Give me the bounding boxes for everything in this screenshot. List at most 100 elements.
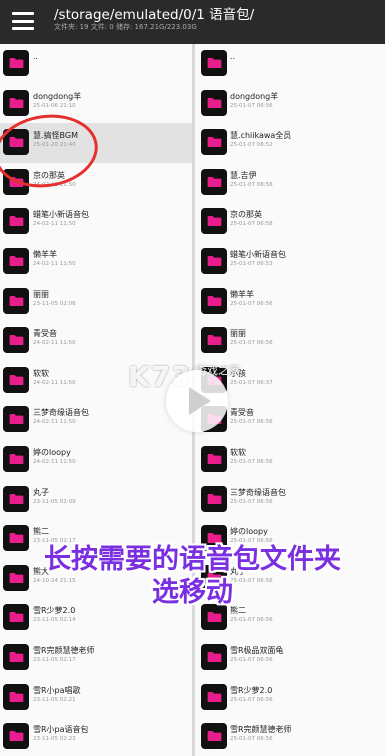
folder-name: 熊二 xyxy=(33,527,49,537)
folder-row[interactable]: 软软 25-01-07 06:56 xyxy=(195,440,385,480)
folder-name: 婷のloopy xyxy=(33,447,71,457)
folder-date: 25-01-07 06:56 xyxy=(230,736,273,743)
folder-date: 24-02-11 11:50 xyxy=(33,340,76,347)
folder-row[interactable]: 京の那英 24-02-11 11:50 xyxy=(0,163,192,203)
folder-row[interactable]: 婷のloopy 24-02-11 11:50 xyxy=(0,440,192,480)
folder-row[interactable]: 慧.吉伊 25-01-07 08:56 xyxy=(195,163,385,203)
folder-date: 25-01-07 06:56 xyxy=(230,656,273,663)
folder-row[interactable]: 蜡笔小新语音包 25-01-07 06:53 xyxy=(195,242,385,282)
folder-text: 蜡笔小新语音包 25-01-07 06:53 xyxy=(230,249,286,269)
folder-icon xyxy=(3,485,29,512)
folder-row[interactable]: 慧.chiikawa全员 25-01-07 08:52 xyxy=(195,123,385,163)
folder-text: 慧.搞怪BGM 25-01-20 21:40 xyxy=(33,130,78,150)
folder-text: dongdong羊 25-01-06 21:10 xyxy=(33,91,81,111)
folder-name: 懒羊羊 xyxy=(230,289,254,299)
folder-icon xyxy=(3,723,29,750)
folder-date: 25-01-07 06:56 xyxy=(230,696,273,703)
folder-icon xyxy=(201,50,227,76)
folder-icon xyxy=(201,168,227,195)
folder-row[interactable]: 慧.搞怪BGM 25-01-20 21:40 xyxy=(0,123,192,163)
folder-name: dongdong羊 xyxy=(33,91,82,101)
folder-date: 23-11-05 02:06 xyxy=(33,300,76,307)
video-play-button[interactable] xyxy=(166,370,228,432)
folder-date: 24-02-11 11:50 xyxy=(33,221,76,228)
folder-name: 雪R小pa唱歌 xyxy=(33,685,81,695)
folder-date: 25-01-07 06:58 xyxy=(230,221,273,228)
folder-name: 软软 xyxy=(33,368,49,378)
hamburger-menu-icon[interactable] xyxy=(10,8,36,34)
folder-name: 三梦奇缘语音包 xyxy=(230,487,286,497)
folder-row[interactable]: 丽丽 23-11-05 02:06 xyxy=(0,282,192,322)
caption-line-2: 选移动 xyxy=(152,577,233,608)
folder-text: 丽丽 23-11-05 02:06 xyxy=(33,289,76,309)
folder-icon xyxy=(3,327,29,354)
folder-text: 三梦奇缘语音包 24-02-11 11:50 xyxy=(33,407,89,427)
folder-row[interactable]: 雪R小pa唱歌 23-11-05 02:21 xyxy=(0,678,192,718)
folder-name: 青受音 xyxy=(230,408,254,418)
folder-name: 婷のloopy xyxy=(230,527,268,537)
folder-name: 丸子 xyxy=(33,487,49,497)
folder-row[interactable]: 雪R少萝2.0 25-01-07 06:56 xyxy=(195,678,385,718)
folder-text: 懒羊羊 25-01-07 06:56 xyxy=(230,289,273,309)
folder-text: 慧.chiikawa全员 25-01-07 08:52 xyxy=(230,130,291,150)
folder-date: 25-01-07 06:56 xyxy=(230,419,273,426)
folder-icon xyxy=(3,89,29,116)
top-app-bar: /storage/emulated/0/1 语音包/ 文件夹: 19 文件: 0… xyxy=(0,0,385,44)
folder-text: 丸子 23-11-05 02:09 xyxy=(33,487,76,507)
folder-row[interactable]: .. xyxy=(195,44,385,84)
folder-text: 雪R极品双面龟 25-01-07 06:56 xyxy=(230,645,284,665)
folder-date: 23-11-05 02:23 xyxy=(33,736,76,743)
folder-row[interactable]: 雪R极品双面龟 25-01-07 06:56 xyxy=(195,638,385,678)
folder-name: 丽丽 xyxy=(230,329,246,339)
folder-name: 丽丽 xyxy=(33,289,49,299)
folder-text: 青受音 24-02-11 11:50 xyxy=(33,328,76,348)
folder-icon xyxy=(3,208,29,235)
folder-icon xyxy=(201,485,227,512)
folder-row[interactable]: 懒羊羊 25-01-07 06:56 xyxy=(195,282,385,322)
folder-row[interactable]: 雪R完颜慧德老师 25-01-07 06:56 xyxy=(195,717,385,756)
folder-row[interactable]: 京の那英 25-01-07 06:58 xyxy=(195,202,385,242)
folder-date: 25-01-07 08:52 xyxy=(230,142,273,149)
folder-row[interactable]: 三梦奇缘语音包 24-02-11 11:50 xyxy=(0,400,192,440)
folder-date: 25-01-07 06:37 xyxy=(230,379,273,386)
folder-icon xyxy=(3,643,29,670)
folder-row[interactable]: dongdong羊 25-01-07 06:56 xyxy=(195,84,385,124)
folder-name: 软软 xyxy=(230,447,246,457)
folder-text: 懒羊羊 24-02-11 11:50 xyxy=(33,249,76,269)
folder-row[interactable]: 青受音 24-02-11 11:50 xyxy=(0,321,192,361)
folder-name: 雪R小pa语音包 xyxy=(33,725,89,735)
folder-text: 熊二 25-01-07 06:56 xyxy=(230,605,273,625)
folder-row[interactable]: 丸子 23-11-05 02:09 xyxy=(0,480,192,520)
folder-text: 雪R少萝2.0 25-01-07 06:56 xyxy=(230,685,273,705)
folder-date: 25-01-07 06:56 xyxy=(230,617,273,624)
folder-date: 24-02-11 11:50 xyxy=(33,260,76,267)
folder-row[interactable]: 懒羊羊 24-02-11 11:50 xyxy=(0,242,192,282)
folder-row[interactable]: 雪R小pa语音包 23-11-05 02:23 xyxy=(0,717,192,756)
folder-date: 24-02-11 11:50 xyxy=(33,379,76,386)
folder-text: 雪R少萝2.0 23-11-05 02:14 xyxy=(33,605,76,625)
folder-row[interactable]: dongdong羊 25-01-06 21:10 xyxy=(0,84,192,124)
folder-icon xyxy=(3,366,29,393)
folder-row[interactable]: 雪R完颜慧德老师 23-11-05 02:17 xyxy=(0,638,192,678)
current-path: /storage/emulated/0/1 语音包/ xyxy=(54,7,255,23)
folder-row[interactable]: 三梦奇缘语音包 25-01-07 06:56 xyxy=(195,480,385,520)
folder-row[interactable]: 丽丽 25-01-07 06:56 xyxy=(195,321,385,361)
folder-text: .. xyxy=(33,51,38,62)
folder-icon xyxy=(3,604,29,631)
folder-icon xyxy=(3,287,29,314)
folder-date: 25-01-20 21:40 xyxy=(33,142,76,149)
folder-icon xyxy=(201,208,227,235)
folder-row[interactable]: .. xyxy=(0,44,192,84)
folder-icon xyxy=(3,683,29,710)
folder-text: 蜡笔小新语音包 24-02-11 11:50 xyxy=(33,209,89,229)
folder-text: 三梦奇缘语音包 25-01-07 06:56 xyxy=(230,487,286,507)
folder-date: 25-01-07 06:56 xyxy=(230,102,273,109)
folder-name: 懒羊羊 xyxy=(33,249,57,259)
folder-name: 京の那英 xyxy=(33,170,65,180)
folder-icon xyxy=(3,168,29,195)
file-manager-screen: /storage/emulated/0/1 语音包/ 文件夹: 19 文件: 0… xyxy=(0,0,385,756)
folder-row[interactable]: 蜡笔小新语音包 24-02-11 11:50 xyxy=(0,202,192,242)
folder-icon xyxy=(201,89,227,116)
folder-text: 京の那英 24-02-11 11:50 xyxy=(33,170,76,190)
play-icon xyxy=(189,387,211,415)
